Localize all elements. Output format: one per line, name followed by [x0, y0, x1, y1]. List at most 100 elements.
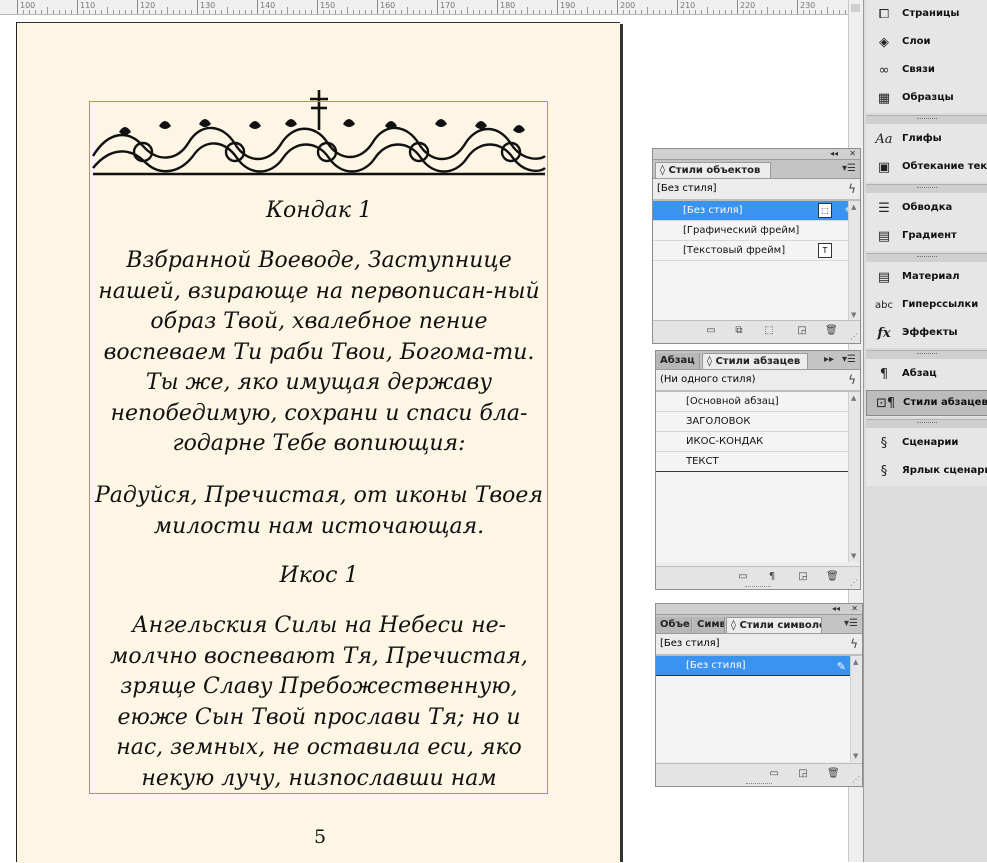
ruler-minor-tick: [155, 10, 156, 14]
new-style-icon[interactable]: ◲: [797, 571, 809, 582]
ruler-minor-tick: [665, 10, 666, 14]
ruler-minor-tick: [125, 10, 126, 14]
lightning-icon[interactable]: ϟ: [848, 370, 856, 390]
dock-item-gradient[interactable]: ▤ Градиент: [866, 224, 987, 250]
list-item[interactable]: [Графический фрейм]: [653, 221, 860, 241]
list-item[interactable]: ИКОС-КОНДАК: [656, 432, 860, 452]
dock-item-material[interactable]: ▤ Материал: [866, 265, 987, 291]
dock-item-links[interactable]: ∞ Связи: [866, 58, 987, 84]
dock-label: Эффекты: [902, 327, 958, 338]
ikos-heading: Икос 1: [279, 563, 359, 588]
ruler-minor-tick: [89, 10, 90, 14]
list-scrollbar[interactable]: ▲ ▼: [848, 392, 860, 562]
resize-grip-icon[interactable]: ⋰: [852, 775, 860, 784]
clear-attributes-icon[interactable]: ⬚: [763, 325, 775, 336]
trash-icon[interactable]: 🗑: [827, 768, 840, 779]
ruler-minor-tick: [179, 10, 180, 14]
dock-label: Материал: [902, 271, 960, 282]
dock-label: Образцы: [902, 92, 954, 103]
ruler-minor-tick: [569, 10, 570, 14]
character-styles-panel[interactable]: ◂◂ ✕ Объе Симв ◊ Стили символов ▾☰ [Без …: [655, 603, 863, 787]
collapse-icon[interactable]: ◂◂: [832, 604, 840, 614]
panel-title-strip[interactable]: ◂◂ ✕: [653, 149, 860, 160]
folder-icon[interactable]: ▭: [705, 325, 717, 336]
ruler-minor-tick: [791, 10, 792, 14]
ruler-minor-tick: [455, 10, 456, 14]
tab-character-styles[interactable]: ◊ Стили символов: [726, 617, 822, 633]
tab-object[interactable]: Объе: [656, 617, 692, 633]
resize-grip-icon[interactable]: ⋰: [850, 332, 858, 341]
dock-item-hyperlinks[interactable]: abc Гиперссылки: [866, 293, 987, 319]
dock-item-paragraph-styles[interactable]: ⊡¶ Стили абзацев: [866, 390, 987, 416]
resize-grip-icon[interactable]: ⋰: [850, 578, 858, 587]
scripts-icon: §: [880, 436, 888, 451]
ruler-major-tick: [137, 0, 138, 14]
tab-object-styles[interactable]: ◊ Стили объектов: [655, 162, 771, 178]
new-style-icon[interactable]: ◲: [797, 768, 809, 779]
dock-label: Обводка: [902, 202, 953, 213]
text-wrap-icon: ▣: [877, 160, 891, 175]
ruler-minor-tick: [347, 7, 348, 14]
dock-item-glyphs[interactable]: Aa Глифы: [866, 127, 987, 153]
dock-item-script-label[interactable]: § Ярлык сценария: [866, 459, 987, 485]
trash-icon[interactable]: 🗑: [826, 571, 839, 582]
horizontal-ruler[interactable]: 100 110 120 130 140 150 160 170 180 190 200 210 220 2…: [0, 0, 848, 15]
ruler-minor-tick: [785, 10, 786, 14]
dock-item-layers[interactable]: ◈ Слои: [866, 30, 987, 56]
ruler-minor-tick: [353, 10, 354, 14]
tab-paragraph-styles[interactable]: ◊ Стили абзацев: [702, 353, 808, 369]
dock-item-text-wrap[interactable]: ▣ Обтекание тексто: [866, 155, 987, 181]
page-number: 5: [313, 826, 327, 848]
panel-title-strip[interactable]: ◂◂ ✕: [656, 604, 862, 615]
character-styles-list[interactable]: [Без стиля] ✎ ▲ ▼: [656, 655, 862, 762]
close-icon[interactable]: ✕: [849, 149, 856, 159]
list-scrollbar[interactable]: ▲ ▼: [850, 656, 862, 762]
ruler-minor-tick: [53, 10, 54, 14]
paragraph-styles-panel[interactable]: Абзац ◊ Стили абзацев ▸▸ ▾☰ (Ни одного с…: [655, 350, 861, 590]
panel-menu-icon[interactable]: ▾☰: [842, 354, 856, 365]
ruler-minor-tick: [287, 7, 288, 14]
list-item[interactable]: [Без стиля] ✎: [656, 656, 862, 676]
collapse-icon[interactable]: ◂◂: [830, 149, 838, 159]
list-item[interactable]: ТЕКСТ: [656, 452, 860, 472]
scroll-thumb[interactable]: [851, 4, 860, 12]
dock-item-pages[interactable]: ⧠ Страницы: [866, 2, 987, 28]
dock-item-effects[interactable]: fx Эффекты: [866, 321, 987, 347]
dock-item-swatches[interactable]: ▦ Образцы: [866, 86, 987, 112]
dock-item-scripts[interactable]: § Сценарии: [866, 431, 987, 457]
ruler-minor-tick: [479, 10, 480, 14]
folder-icon[interactable]: ▭: [768, 768, 780, 779]
list-item[interactable]: [Основной абзац]: [656, 392, 860, 412]
trash-icon[interactable]: 🗑: [825, 325, 838, 336]
panel-menu-icon[interactable]: ▾☰: [844, 618, 858, 629]
list-item[interactable]: ЗАГОЛОВОК: [656, 412, 860, 432]
folder-icon[interactable]: ▭: [737, 571, 749, 582]
tab-paragraph[interactable]: Абзац: [656, 353, 700, 369]
object-styles-list[interactable]: [Без стиля]⬚✎ [Графический фрейм] [Текст…: [653, 200, 860, 321]
ruler-minor-tick: [341, 10, 342, 14]
tab-character[interactable]: Симв: [693, 617, 725, 633]
ruler-label: 170: [440, 1, 456, 10]
close-icon[interactable]: ✕: [851, 604, 858, 614]
dock-item-paragraph[interactable]: ¶ Абзац: [866, 362, 987, 388]
list-item[interactable]: [Текстовый фрейм] T: [653, 241, 860, 261]
ruler-label: 220: [740, 1, 756, 10]
object-styles-panel[interactable]: ◂◂ ✕ ◊ Стили объектов ▾☰ [Без стиля] ϟ [Б…: [652, 148, 861, 344]
ruler-minor-tick: [191, 10, 192, 14]
dock-item-stroke[interactable]: ☰ Обводка: [866, 196, 987, 222]
ruler-minor-tick: [449, 10, 450, 14]
ruler-minor-tick: [167, 7, 168, 14]
panel-resize-handle[interactable]: [746, 783, 772, 787]
ruler-minor-tick: [329, 10, 330, 14]
expand-icon[interactable]: ▸▸: [824, 354, 834, 365]
list-item[interactable]: [Без стиля]⬚✎: [653, 201, 860, 221]
new-paragraph-style-icon[interactable]: ¶: [766, 571, 778, 582]
clear-overrides-icon[interactable]: ⧉: [733, 325, 745, 336]
panel-menu-icon[interactable]: ▾☰: [842, 163, 856, 174]
panel-resize-handle[interactable]: [745, 586, 771, 590]
new-style-icon[interactable]: ◲: [796, 325, 808, 336]
list-scrollbar[interactable]: ▲ ▼: [848, 201, 860, 321]
lightning-icon[interactable]: ϟ: [850, 634, 858, 654]
paragraph-styles-list[interactable]: [Основной абзац] ЗАГОЛОВОК ИКОС-КОНДАК Т…: [656, 391, 860, 562]
lightning-icon[interactable]: ϟ: [848, 179, 856, 199]
